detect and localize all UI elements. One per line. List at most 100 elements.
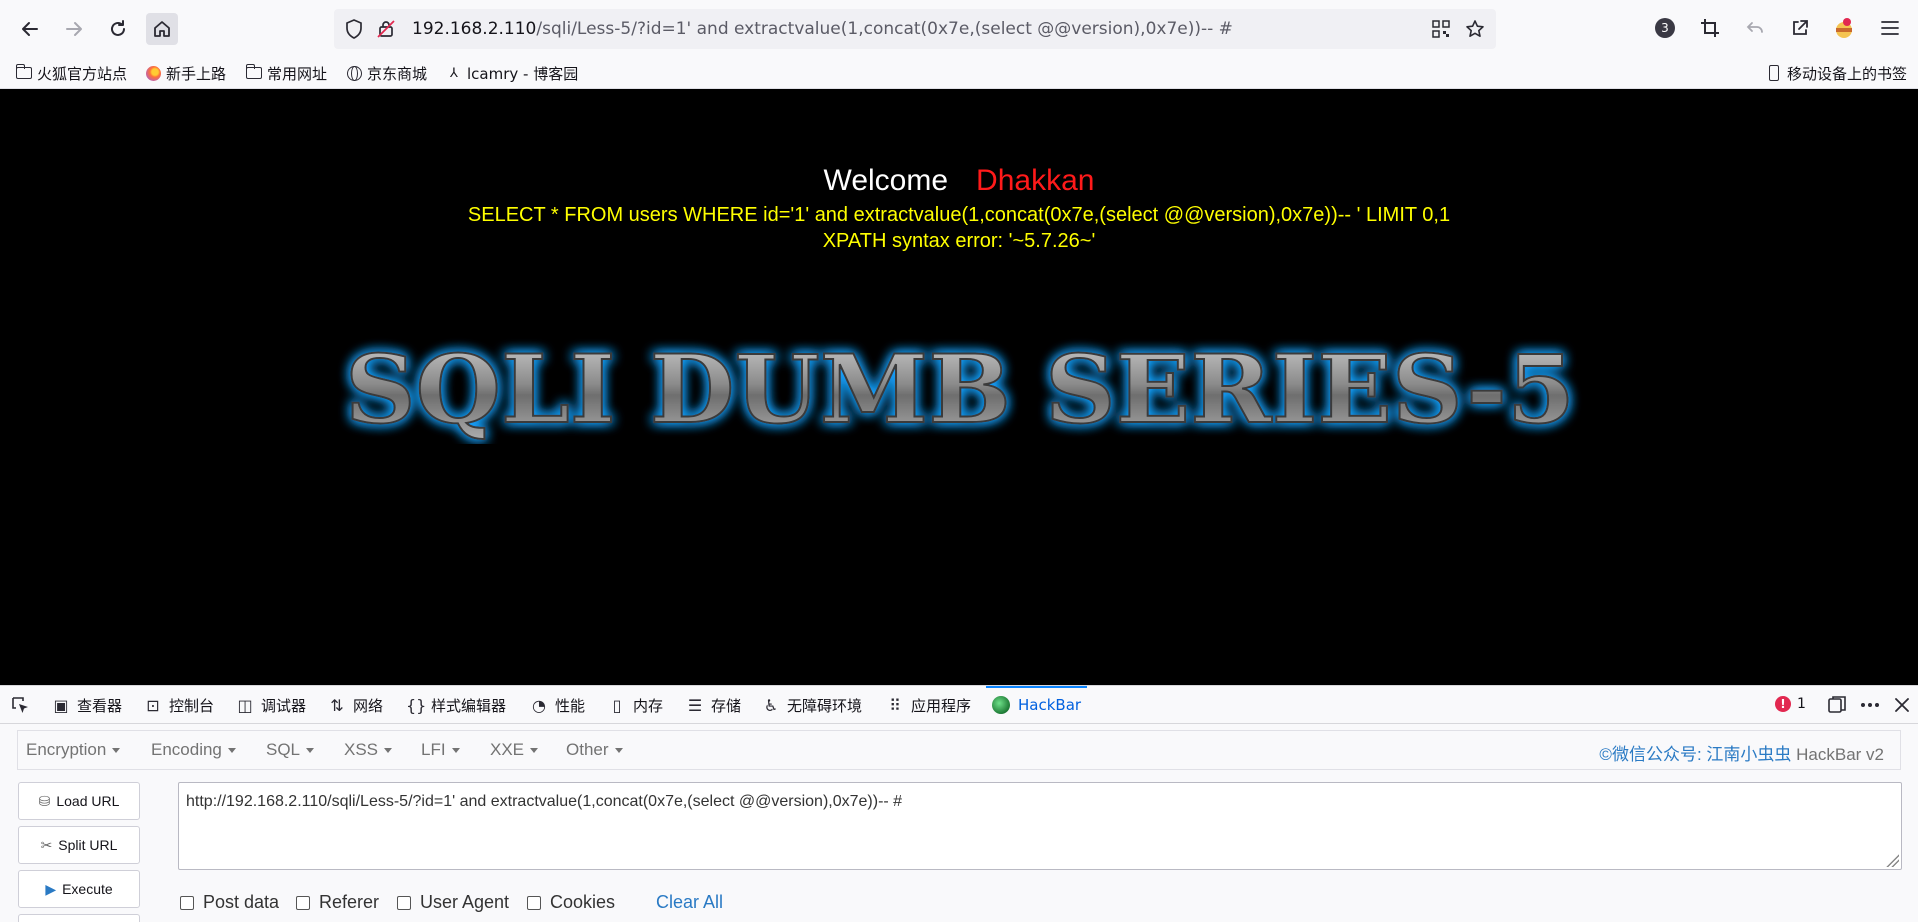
load-url-icon: ⛁ xyxy=(38,792,51,809)
bookmark-item[interactable]: ⅄ lcamry - 博客园 xyxy=(446,62,578,84)
back-icon[interactable] xyxy=(14,13,46,45)
tab-label: 查看器 xyxy=(77,696,123,715)
tab-label: 网络 xyxy=(353,696,384,715)
tab-memory[interactable]: ▯ 内存 xyxy=(608,686,663,724)
cookies-checkbox[interactable] xyxy=(527,895,541,910)
bookmark-label: 常用网址 xyxy=(267,64,328,83)
tab-label: 样式编辑器 xyxy=(431,696,507,715)
clear-all-link[interactable]: Clear All xyxy=(656,892,723,913)
crop-screenshot-icon[interactable] xyxy=(1696,14,1724,42)
error-count-badge[interactable]: ! 1 xyxy=(1775,696,1806,712)
address-bar[interactable]: 192.168.2.110/sqli/Less-5/?id=1' and ext… xyxy=(334,9,1496,49)
home-icon[interactable] xyxy=(146,13,178,45)
storage-icon: ☰ xyxy=(687,695,703,715)
menu-other[interactable]: Other xyxy=(566,740,623,760)
menu-xxe[interactable]: XXE xyxy=(490,740,538,760)
close-devtools-icon[interactable] xyxy=(1895,686,1909,724)
bookmark-item[interactable]: 常用网址 xyxy=(245,62,328,84)
bookmark-item[interactable]: 火狐官方站点 xyxy=(15,62,127,84)
url-text[interactable]: 192.168.2.110/sqli/Less-5/?id=1' and ext… xyxy=(412,19,1233,39)
menu-encoding[interactable]: Encoding xyxy=(151,740,236,760)
post-data-option[interactable]: Post data xyxy=(180,892,279,913)
extra-button[interactable] xyxy=(18,914,140,922)
more-options-icon[interactable] xyxy=(1860,686,1880,724)
split-url-button[interactable]: ✂ Split URL xyxy=(18,826,140,864)
welcome-line: Welcome Dhakkan xyxy=(0,164,1918,198)
bookmark-label: lcamry - 博客园 xyxy=(467,64,579,83)
scissors-icon: ✂ xyxy=(40,836,53,853)
referer-option[interactable]: Referer xyxy=(296,892,379,913)
hackbar-credit: ©微信公众号: 江南小虫虫 HackBar v2 xyxy=(1599,740,1884,765)
accessibility-icon: ♿ xyxy=(763,695,779,715)
tab-label: 无障碍环境 xyxy=(787,696,863,715)
menu-lfi[interactable]: LFI xyxy=(421,740,460,760)
tab-application[interactable]: ⠿ 应用程序 xyxy=(886,686,971,724)
tab-count-badge[interactable]: 3 xyxy=(1655,18,1675,38)
play-icon: ▶ xyxy=(45,880,57,897)
globe-icon xyxy=(346,65,362,81)
menu-icon[interactable] xyxy=(1876,14,1904,42)
firefox-icon xyxy=(145,65,161,81)
split-url-label: Split URL xyxy=(58,837,118,853)
bookmark-item[interactable]: 新手上路 xyxy=(145,62,226,84)
execute-label: Execute xyxy=(62,881,113,897)
cookies-label: Cookies xyxy=(550,892,616,912)
url-textarea-value: http://192.168.2.110/sqli/Less-5/?id=1' … xyxy=(186,793,903,810)
tab-network[interactable]: ⇅ 网络 xyxy=(328,686,383,724)
page-content: Welcome Dhakkan SELECT * FROM users WHERE… xyxy=(0,89,1918,685)
tab-debugger[interactable]: ◫ 调试器 xyxy=(236,686,306,724)
qr-code-icon[interactable] xyxy=(1429,17,1453,41)
dock-side-icon[interactable] xyxy=(1828,686,1846,724)
tab-style-editor[interactable]: {} 样式编辑器 xyxy=(406,686,506,724)
error-icon: ! xyxy=(1775,696,1791,712)
browser-window: 192.168.2.110/sqli/Less-5/?id=1' and ext… xyxy=(0,0,1918,922)
devtools-tabbar: ▣ 查看器 ⊡ 控制台 ◫ 调试器 ⇅ 网络 {} 样式编辑器 ◔ 性能 ▯ 内… xyxy=(0,685,1918,724)
url-textarea[interactable]: http://192.168.2.110/sqli/Less-5/?id=1' … xyxy=(178,782,1902,870)
mobile-bookmarks[interactable]: 移动设备上的书签 xyxy=(1766,62,1907,84)
console-icon: ⊡ xyxy=(146,695,160,715)
tab-hackbar[interactable]: HackBar xyxy=(985,686,1088,724)
tab-storage[interactable]: ☰ 存储 xyxy=(686,686,741,724)
mobile-device-icon xyxy=(1766,65,1782,81)
tracking-shield-icon[interactable] xyxy=(342,17,366,41)
mobile-bookmarks-label: 移动设备上的书签 xyxy=(1787,64,1908,83)
bookmark-label: 新手上路 xyxy=(166,64,227,83)
url-path: /sqli/Less-5/?id=1' and extractvalue(1,c… xyxy=(536,19,1233,39)
menu-encryption[interactable]: Encryption xyxy=(26,740,120,760)
tab-console[interactable]: ⊡ 控制台 xyxy=(144,686,214,724)
network-icon: ⇅ xyxy=(330,695,344,715)
bookmark-star-icon[interactable] xyxy=(1463,17,1487,41)
tab-label: 调试器 xyxy=(261,696,307,715)
user-agent-label: User Agent xyxy=(420,892,510,912)
cookies-option[interactable]: Cookies xyxy=(527,892,615,913)
tab-performance[interactable]: ◔ 性能 xyxy=(530,686,585,724)
user-agent-option[interactable]: User Agent xyxy=(397,892,509,913)
undo-icon[interactable] xyxy=(1741,14,1769,42)
extension-avatar-icon[interactable] xyxy=(1830,14,1858,42)
resize-handle[interactable] xyxy=(1885,853,1899,867)
element-picker-icon[interactable] xyxy=(10,686,30,724)
welcome-text: Welcome xyxy=(823,164,949,197)
referer-checkbox[interactable] xyxy=(296,895,310,910)
forward-icon[interactable] xyxy=(58,13,90,45)
hackbar-icon xyxy=(992,696,1010,714)
bookmark-item[interactable]: 京东商城 xyxy=(346,62,427,84)
credit-suffix: HackBar v2 xyxy=(1791,745,1884,764)
load-url-button[interactable]: ⛁ Load URL xyxy=(18,782,140,820)
menu-xss[interactable]: XSS xyxy=(344,740,392,760)
insecure-lock-icon[interactable] xyxy=(374,17,398,41)
blog-icon: ⅄ xyxy=(450,65,458,81)
tab-accessibility[interactable]: ♿ 无障碍环境 xyxy=(762,686,862,724)
reload-icon[interactable] xyxy=(102,13,134,45)
post-data-checkbox[interactable] xyxy=(180,895,194,910)
tab-inspector[interactable]: ▣ 查看器 xyxy=(52,686,122,724)
tab-label: 应用程序 xyxy=(911,696,972,715)
folder-icon xyxy=(245,64,262,81)
execute-button[interactable]: ▶ Execute xyxy=(18,870,140,908)
menu-sql[interactable]: SQL xyxy=(266,740,314,760)
tab-label: 性能 xyxy=(555,696,586,715)
sql-query-text: SELECT * FROM users WHERE id='1' and ext… xyxy=(467,204,1451,226)
url-host: 192.168.2.110 xyxy=(412,19,537,39)
share-icon[interactable] xyxy=(1786,14,1814,42)
user-agent-checkbox[interactable] xyxy=(397,895,411,910)
